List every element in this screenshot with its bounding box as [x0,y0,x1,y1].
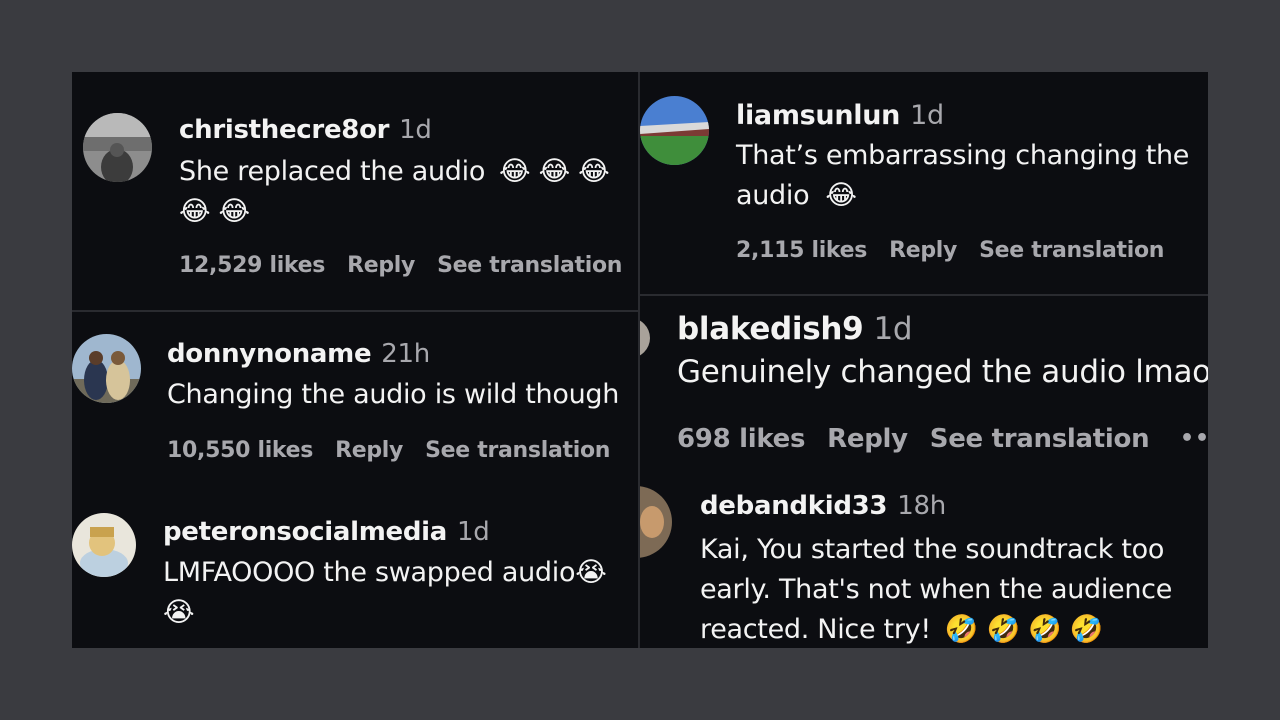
comment-body: early. That's not when the audience [700,574,1173,605]
comment-body: Changing the audio is wild though [167,379,620,410]
comments-collage: christhecre8or 1d She replaced the audio 😂… [72,72,1208,648]
comment-text: Changing the audio is wild though [167,375,619,415]
reply-button[interactable]: Reply [889,238,957,263]
comment-body: That’s embarrassing changing the [736,140,1190,171]
comment-text: LMFAOOOO the swapped audio😭 😭 [163,553,607,633]
avatar[interactable] [72,334,141,403]
avatar-image [640,96,709,165]
comment-body: She replaced the audio [179,156,486,187]
comment-panel: liamsunlun 1d That’s embarrassing changin… [640,72,1208,294]
see-translation-button[interactable]: See translation [930,424,1150,454]
avatar[interactable] [83,113,152,182]
comment-header: blakedish9 1d [677,311,913,347]
likes-count[interactable]: 698 likes [677,424,805,454]
laughing-emoji: 😂 😂 [179,196,250,227]
crying-emoji: 😭 [163,597,195,628]
comment-header: debandkid33 18h [700,491,946,521]
comment-actions: 698 likes Reply See translation [677,424,1171,454]
timestamp: 1d [399,115,432,145]
comment-text: She replaced the audio 😂 😂 😂 😂 😂 [179,152,610,232]
username[interactable]: christhecre8or [179,115,389,145]
username[interactable]: debandkid33 [700,491,888,521]
avatar-image [83,113,152,182]
comment-actions: 10,550 likes Reply See translation [167,438,632,463]
username[interactable]: peteronsocialmedia [163,517,447,547]
timestamp: 1d [873,311,913,347]
avatar-image [72,513,136,577]
timestamp: 21h [381,339,430,369]
see-translation-button[interactable]: See translation [425,438,610,463]
avatar[interactable] [640,318,650,358]
laughing-emoji: 😂 [825,180,857,211]
comment-body: Kai, You started the soundtrack too [700,534,1165,565]
crying-emoji: 😭 [575,557,607,588]
comment-actions: 2,115 likes Reply See translation [736,238,1186,263]
comment-body: audio [736,180,810,211]
comment-panel: donnynoname 21h Changing the audio is wil… [72,312,638,648]
see-translation-button[interactable]: See translation [437,253,622,278]
reply-button[interactable]: Reply [347,253,415,278]
avatar[interactable] [640,486,672,558]
username[interactable]: liamsunlun [736,100,900,131]
comment-panel: christhecre8or 1d She replaced the audio 😂… [72,72,640,310]
comment-text: Kai, You started the soundtrack too earl… [700,530,1172,648]
reply-button[interactable]: Reply [827,424,908,454]
comment-header: christhecre8or 1d [179,115,432,145]
more-options-icon[interactable]: •• [1180,426,1208,451]
comment-header: peteronsocialmedia 1d [163,517,490,547]
likes-count[interactable]: 2,115 likes [736,238,867,263]
timestamp: 1d [457,517,490,547]
comment-panel: blakedish9 1d Genuinely changed the audio… [640,296,1208,648]
comment-text: That’s embarrassing changing the audio 😂 [736,136,1189,216]
rofl-emoji: 🤣 🤣 🤣 🤣 [944,614,1103,645]
comment-header: liamsunlun 1d [736,100,944,131]
avatar-image [640,486,672,558]
comment-body: reacted. Nice try! [700,614,931,645]
comment-body: LMFAOOOO the swapped audio [163,557,576,588]
timestamp: 1d [910,100,944,131]
username[interactable]: donnynoname [167,339,372,369]
username[interactable]: blakedish9 [677,311,864,347]
avatar[interactable] [72,513,136,577]
comment-body: Genuinely changed the audio lmao [677,354,1208,390]
divider [640,294,1208,296]
avatar-image [72,334,141,403]
comment-text: Genuinely changed the audio lmao [677,352,1208,392]
comment-actions: 12,529 likes Reply See translation [179,253,640,278]
timestamp: 18h [897,491,946,521]
avatar[interactable] [640,96,709,165]
avatar-image [640,318,650,358]
divider [638,72,640,648]
comment-header: donnynoname 21h [167,339,430,369]
likes-count[interactable]: 12,529 likes [179,253,325,278]
laughing-emoji: 😂 😂 😂 [499,156,610,187]
reply-button[interactable]: Reply [335,438,403,463]
see-translation-button[interactable]: See translation [979,238,1164,263]
likes-count[interactable]: 10,550 likes [167,438,313,463]
divider [72,310,638,312]
